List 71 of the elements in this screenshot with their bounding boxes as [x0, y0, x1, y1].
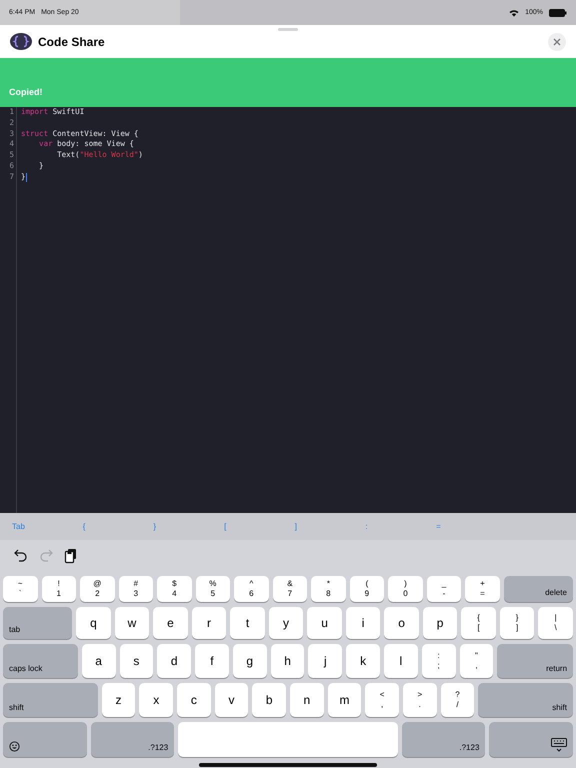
text-cursor	[26, 172, 28, 182]
close-icon	[553, 38, 561, 46]
caps-lock-key[interactable]: caps lock	[3, 644, 78, 678]
symbol-key[interactable]: ^ 6	[234, 576, 269, 602]
keyboard-icon	[551, 738, 567, 752]
symbol-key[interactable]: < ,	[365, 683, 399, 717]
clipboard-icon	[63, 548, 79, 564]
shift-key[interactable]: shift	[3, 683, 98, 717]
letter-key[interactable]: o	[384, 607, 419, 639]
letter-key[interactable]: v	[214, 683, 248, 717]
symbol-key[interactable]: # 3	[118, 576, 154, 602]
return-key[interactable]: return	[497, 644, 574, 678]
letter-key[interactable]: d	[157, 644, 192, 678]
letter-key[interactable]: f	[195, 644, 229, 678]
symbol-key[interactable]: & 7	[272, 576, 308, 602]
letter-key[interactable]: s	[120, 644, 154, 678]
symbol-key[interactable]: : ;	[422, 644, 456, 678]
symbol-key[interactable]: ! 1	[42, 576, 76, 602]
wifi-icon	[509, 8, 520, 16]
letter-key[interactable]: e	[153, 607, 188, 639]
letter-key[interactable]: q	[76, 607, 111, 639]
numbers-key[interactable]: .?123	[90, 722, 174, 757]
copied-banner-text: Copied!	[9, 87, 42, 97]
redo-icon	[38, 548, 54, 564]
braces-logo-icon	[10, 33, 32, 50]
clipboard-button[interactable]	[63, 548, 79, 564]
letter-key[interactable]: x	[139, 683, 174, 717]
hide-keyboard-key[interactable]	[489, 722, 573, 757]
delete-key[interactable]: delete	[504, 576, 573, 602]
symbol-key[interactable]: ~ `	[3, 576, 38, 602]
letter-key[interactable]: c	[177, 683, 211, 717]
symbol-key[interactable]: @ 2	[80, 576, 115, 602]
letter-key[interactable]: y	[268, 607, 304, 639]
letter-key[interactable]: u	[307, 607, 342, 639]
letter-key[interactable]: n	[290, 683, 324, 717]
letter-key[interactable]: b	[252, 683, 286, 717]
letter-key[interactable]: k	[346, 644, 380, 678]
letter-key[interactable]: t	[230, 607, 265, 639]
close-button[interactable]	[548, 32, 566, 50]
symbol-key[interactable]: { [	[461, 607, 496, 639]
sheet-title: Code Share	[38, 34, 106, 48]
symbol-key[interactable]: | \	[538, 607, 573, 639]
letter-key[interactable]: g	[232, 644, 267, 678]
undo-button[interactable]	[13, 548, 29, 564]
symbol-key[interactable]: ) 0	[388, 576, 423, 602]
letter-key[interactable]: p	[422, 607, 458, 639]
shift-key[interactable]: shift	[478, 683, 573, 717]
symbol-key[interactable]: _ -	[426, 576, 462, 602]
tab-key[interactable]: tab	[3, 607, 72, 639]
letter-key[interactable]: a	[82, 644, 116, 678]
letter-key[interactable]: z	[102, 683, 136, 717]
letter-key[interactable]: i	[346, 607, 380, 639]
symbol-key[interactable]: } ]	[500, 607, 534, 639]
letter-key[interactable]: j	[308, 644, 342, 678]
letter-key[interactable]: l	[384, 644, 418, 678]
undo-icon	[13, 548, 29, 564]
symbol-key[interactable]: ? /	[440, 683, 474, 717]
symbol-key[interactable]: + =	[465, 576, 500, 602]
letter-key[interactable]: m	[328, 683, 362, 717]
numbers-key[interactable]: .?123	[402, 722, 486, 757]
symbol-key[interactable]: * 8	[311, 576, 346, 602]
letter-key[interactable]: r	[192, 607, 226, 639]
letter-key[interactable]: h	[270, 644, 304, 678]
emoji-icon	[9, 741, 20, 752]
symbol-key[interactable]: " ,	[460, 644, 494, 678]
symbol-key[interactable]: $ 4	[157, 576, 192, 602]
symbol-key[interactable]: ( 9	[350, 576, 384, 602]
battery-icon	[549, 8, 567, 16]
letter-key[interactable]: w	[114, 607, 150, 639]
symbol-key[interactable]: > .	[402, 683, 437, 717]
symbol-key[interactable]: % 5	[196, 576, 230, 602]
